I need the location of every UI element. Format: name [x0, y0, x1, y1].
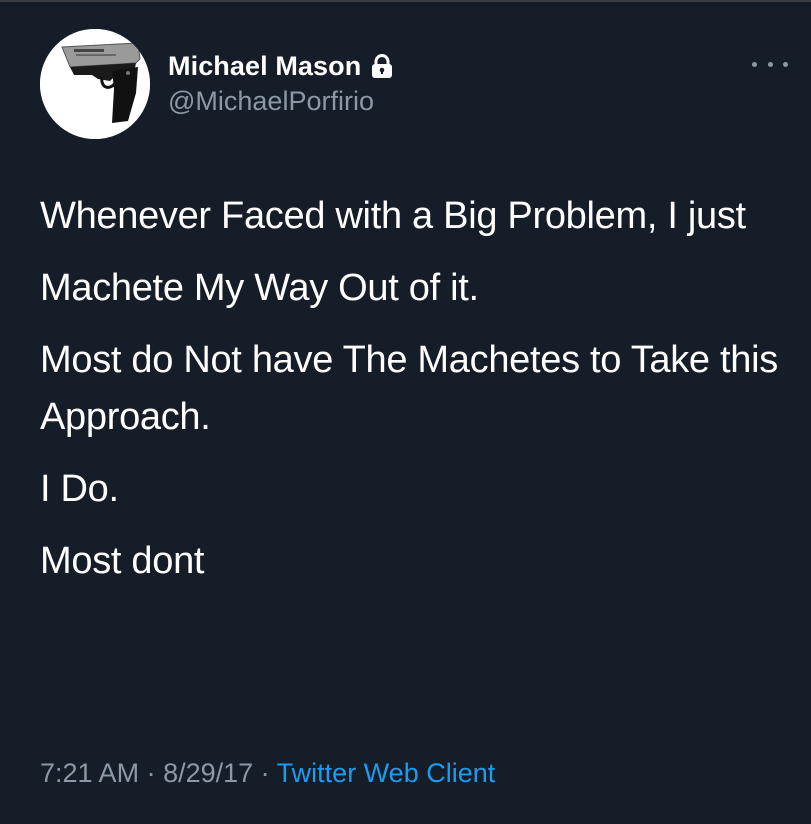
- name-row: Michael Mason: [168, 50, 395, 82]
- tweet-source-link[interactable]: Twitter Web Client: [277, 758, 496, 788]
- tweet-paragraph: I Do.: [40, 468, 119, 510]
- avatar[interactable]: [40, 29, 150, 139]
- tweet-date[interactable]: 8/29/17: [163, 758, 253, 788]
- tweet-time[interactable]: 7:21 AM: [40, 758, 139, 788]
- tweet-paragraph: Most do Not have The Machetes to Take th…: [40, 339, 778, 438]
- display-name[interactable]: Michael Mason: [168, 51, 361, 82]
- separator: ·: [139, 758, 164, 788]
- tweet-paragraph: Whenever Faced with a Big Problem, I jus…: [40, 195, 746, 237]
- user-handle[interactable]: @MichaelPorfirio: [168, 86, 374, 117]
- tweet-paragraph: Machete My Way Out of it.: [40, 267, 479, 309]
- tweet-card: Michael Mason @MichaelPorfirio Whenever …: [0, 2, 811, 824]
- more-options-icon[interactable]: [752, 56, 788, 72]
- tweet-text: Whenever Faced with a Big Problem, I jus…: [40, 188, 780, 605]
- tweet-paragraph: Most dont: [40, 540, 205, 582]
- tweet-metadata: 7:21 AM · 8/29/17 · Twitter Web Client: [40, 758, 495, 789]
- lock-icon: [369, 53, 395, 79]
- separator: ·: [253, 758, 277, 788]
- pistol-image: [40, 29, 150, 139]
